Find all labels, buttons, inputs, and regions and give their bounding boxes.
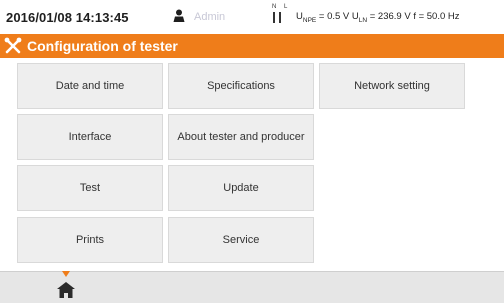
about-tester-button[interactable]: About tester and producer [168, 114, 314, 160]
plug-icon: N L [270, 4, 292, 28]
wrench-screwdriver-icon [4, 37, 22, 54]
active-pointer [62, 271, 70, 277]
user-icon [173, 9, 185, 22]
u-ln-symbol: U [351, 11, 359, 22]
title-bar: Configuration of tester [0, 34, 504, 58]
test-button[interactable]: Test [17, 165, 163, 211]
page-title: Configuration of tester [27, 38, 178, 54]
frequency-value: f = 50.0 Hz [413, 11, 460, 22]
datetime-label: 2016/01/08 14:13:45 [6, 10, 129, 25]
u-npe-value: = 0.5 V [316, 11, 352, 22]
u-npe-symbol: U [296, 11, 303, 22]
update-button[interactable]: Update [168, 165, 314, 211]
specifications-button[interactable]: Specifications [168, 63, 314, 109]
u-ln-subscript: LN [358, 16, 368, 24]
u-ln-value: = 236.9 V [367, 11, 414, 22]
user-name: Admin [194, 11, 226, 23]
interface-button[interactable]: Interface [17, 114, 163, 160]
date-and-time-button[interactable]: Date and time [17, 63, 163, 109]
u-npe-subscript: NPE [302, 16, 317, 24]
prints-button[interactable]: Prints [17, 217, 163, 263]
home-icon[interactable] [56, 281, 76, 299]
status-bar: 2016/01/08 14:13:45 Admin N L UNPE = 0.5… [0, 0, 504, 34]
service-button[interactable]: Service [168, 217, 314, 263]
network-setting-button[interactable]: Network setting [319, 63, 465, 109]
plug-label: N L [272, 4, 291, 10]
measurement-readout: UNPE = 0.5 V ULN = 236.9 V f = 50.0 Hz [296, 11, 460, 24]
